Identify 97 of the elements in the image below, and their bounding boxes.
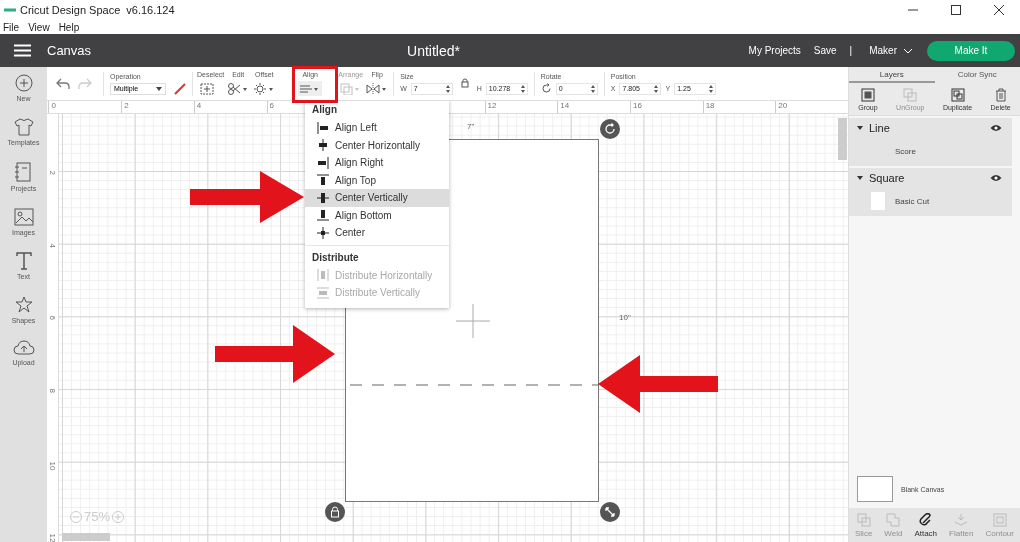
eye-icon[interactable] bbox=[990, 124, 1002, 132]
rotate-icon bbox=[540, 83, 552, 94]
shapes-icon[interactable] bbox=[14, 296, 33, 314]
image-icon[interactable] bbox=[13, 208, 34, 226]
horizontal-scrollbar-thumb[interactable] bbox=[62, 533, 110, 541]
ruler-number: 2 bbox=[47, 170, 57, 177]
undo-icon[interactable] bbox=[56, 77, 70, 90]
canvas-swatch[interactable] bbox=[857, 476, 893, 502]
contour-icon bbox=[992, 512, 1007, 527]
window-title: Cricut Design Space bbox=[20, 4, 121, 16]
layer-action-button[interactable]: Attach bbox=[911, 508, 941, 542]
pen-color-icon[interactable] bbox=[174, 82, 186, 95]
spinner-arrows-icon[interactable] bbox=[654, 84, 659, 93]
rotate-handle-icon[interactable] bbox=[600, 119, 620, 139]
chevron-down-icon bbox=[903, 47, 913, 54]
menu-section-title: Align bbox=[311, 103, 338, 117]
height-dimension-label: 10" bbox=[619, 313, 631, 322]
menu-item[interactable]: Center bbox=[305, 224, 449, 242]
separator: | bbox=[849, 45, 853, 56]
ruler-number: 2 bbox=[123, 101, 130, 110]
ruler-number: 0 bbox=[50, 101, 57, 110]
align-dist-v-icon bbox=[317, 286, 329, 299]
notebook-icon[interactable] bbox=[14, 162, 33, 182]
layer-thumbnail bbox=[871, 192, 885, 210]
slice-icon bbox=[856, 512, 871, 527]
ruler-number: 14 bbox=[559, 101, 571, 110]
ruler-number: 12 bbox=[47, 533, 57, 542]
resize-handle-icon[interactable] bbox=[600, 502, 620, 522]
align-dist-h-icon bbox=[317, 269, 329, 282]
align-center-icon bbox=[317, 226, 329, 239]
highlight-frame bbox=[292, 66, 338, 103]
ruler-number: 10 bbox=[47, 461, 57, 472]
group-icon bbox=[860, 87, 875, 102]
machine-dropdown[interactable]: Maker bbox=[869, 45, 913, 56]
maximize-icon[interactable] bbox=[951, 5, 961, 15]
menu-item[interactable]: Align Top bbox=[305, 171, 449, 189]
menu-item[interactable]: Align Left bbox=[305, 119, 449, 137]
ruler-number: 4 bbox=[195, 101, 203, 110]
ruler-number: 12 bbox=[486, 101, 498, 110]
lock-icon[interactable] bbox=[460, 77, 469, 88]
layer-operation: Score bbox=[895, 146, 916, 156]
crosshair-icon bbox=[456, 304, 490, 338]
flatten-icon bbox=[954, 512, 969, 527]
menu-item[interactable]: Align Right bbox=[305, 154, 449, 172]
menu-item[interactable]: Align Bottom bbox=[305, 206, 449, 224]
ruler-number: 4 bbox=[47, 243, 57, 250]
align-right-icon bbox=[317, 156, 329, 169]
document-title: Untitled* bbox=[407, 42, 460, 59]
cloud-upload-icon[interactable] bbox=[12, 340, 35, 356]
menu-item[interactable]: View bbox=[28, 21, 50, 33]
paperclip-icon bbox=[918, 512, 933, 527]
app-logo-icon bbox=[4, 8, 16, 12]
menu-icon[interactable] bbox=[14, 44, 31, 57]
vertical-scrollbar-thumb[interactable] bbox=[838, 118, 847, 160]
weld-icon bbox=[886, 512, 901, 527]
ruler-number: 18 bbox=[704, 101, 716, 110]
expand-caret-icon[interactable] bbox=[857, 125, 863, 131]
header-link[interactable]: My Projects bbox=[748, 45, 801, 56]
align-bottom-icon bbox=[317, 209, 329, 222]
layer-group[interactable]: Line Score bbox=[849, 118, 1012, 166]
menu-item[interactable]: Help bbox=[58, 21, 80, 33]
layer-name: Square bbox=[869, 172, 906, 184]
ruler-number: 6 bbox=[47, 315, 57, 323]
layer-operation: Basic Cut bbox=[895, 196, 930, 206]
app-version: v6.16.124 bbox=[126, 4, 175, 16]
section-title: Canvas bbox=[47, 43, 92, 58]
align-center-h-icon bbox=[317, 139, 329, 152]
width-dimension-label: 7" bbox=[467, 122, 475, 131]
ruler-number: 8 bbox=[47, 388, 57, 395]
close-icon[interactable] bbox=[994, 5, 1004, 15]
spinner-arrows-icon[interactable] bbox=[520, 84, 525, 93]
expand-caret-icon[interactable] bbox=[857, 175, 863, 181]
shirt-icon[interactable] bbox=[13, 118, 34, 136]
caret-icon bbox=[156, 86, 162, 91]
menu-item[interactable]: Center Vertically bbox=[305, 189, 449, 207]
panel-tab[interactable]: Color Sync bbox=[934, 67, 1020, 83]
menu-item[interactable]: File bbox=[3, 21, 20, 33]
ruler-number: 16 bbox=[631, 101, 643, 110]
align-top-icon bbox=[317, 174, 329, 187]
spinner-arrows-icon[interactable] bbox=[590, 84, 595, 93]
ruler-number: 20 bbox=[777, 101, 789, 110]
spinner-arrows-icon[interactable] bbox=[445, 84, 450, 93]
text-t-icon[interactable] bbox=[14, 252, 33, 270]
eye-icon[interactable] bbox=[990, 174, 1002, 182]
layer-group[interactable]: Square Basic Cut bbox=[849, 168, 1012, 216]
trash-icon bbox=[993, 87, 1008, 102]
plus-icon[interactable] bbox=[14, 74, 33, 92]
menu-section-title: Distribute bbox=[311, 250, 360, 265]
duplicate-icon bbox=[950, 87, 965, 102]
spinner-arrows-icon[interactable] bbox=[709, 84, 714, 93]
lock-handle-icon[interactable] bbox=[325, 502, 345, 522]
layer-name: Line bbox=[869, 122, 891, 134]
ungroup-icon bbox=[903, 87, 918, 102]
align-center-v-icon bbox=[317, 191, 329, 204]
header-link[interactable]: Save bbox=[813, 45, 837, 56]
align-left-icon bbox=[317, 121, 329, 134]
menu-item[interactable]: Center Horizontally bbox=[305, 136, 449, 154]
